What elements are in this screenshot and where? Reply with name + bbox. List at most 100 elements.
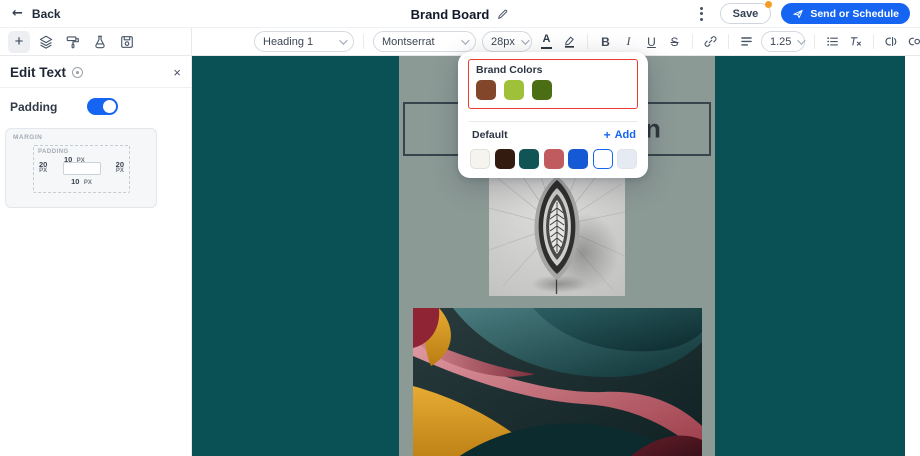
chevron-down-icon (461, 35, 470, 45)
clear-formatting-button[interactable] (847, 31, 864, 52)
help-circle-icon[interactable] (72, 67, 84, 78)
link-icon (704, 36, 717, 47)
padding-setting-row: Padding (0, 88, 191, 115)
layers-icon (39, 35, 53, 49)
strikethrough-button[interactable]: S (666, 31, 683, 52)
chevron-down-icon (339, 35, 348, 45)
panel-header: Edit Text × (0, 56, 191, 88)
font-family-dropdown[interactable]: Montserrat (373, 31, 476, 52)
personalization-button[interactable] (883, 31, 900, 52)
highlight-color-button[interactable] (561, 31, 578, 52)
toggle-knob (103, 100, 117, 113)
divider (728, 34, 729, 49)
add-label: Add (614, 129, 636, 141)
plus-icon: + (603, 128, 611, 142)
default-label: Default (472, 129, 508, 141)
default-color-swatch[interactable] (617, 149, 637, 169)
send-label: Send or Schedule (810, 7, 899, 20)
save-label: Save (732, 7, 759, 20)
test-button[interactable] (89, 31, 111, 53)
highlighter-icon (565, 36, 574, 48)
popup-divider (468, 121, 638, 122)
send-or-schedule-button[interactable]: Send or Schedule (781, 3, 910, 24)
plus-icon: + (14, 33, 24, 50)
leaf-artwork-image (489, 164, 625, 296)
default-color-swatch[interactable] (543, 149, 564, 169)
brand-colors-section: Brand Colors (468, 59, 638, 109)
text-color-swatch-bar (541, 46, 552, 49)
back-label: Back (31, 6, 61, 21)
personalization-icon (885, 36, 897, 47)
chevron-down-icon (797, 35, 807, 45)
padding-bottom-value: 10 PX (71, 177, 92, 186)
link-button[interactable] (702, 31, 719, 52)
paint-roller-icon (66, 35, 79, 48)
default-color-swatch[interactable] (494, 149, 515, 169)
font-size-value: 28px (491, 35, 515, 48)
more-options-icon[interactable] (694, 5, 710, 23)
text-style-value: Heading 1 (263, 35, 314, 48)
text-color-button[interactable]: A (538, 34, 555, 49)
right-gutter (905, 56, 920, 456)
design-style-button[interactable] (62, 31, 84, 53)
text-color-letter: A (542, 33, 551, 45)
margin-diagram-label: MARGIN (13, 134, 43, 141)
toolbar-left-group: + (0, 28, 192, 55)
bullet-list-button[interactable] (824, 31, 841, 52)
underline-button[interactable]: U (643, 31, 660, 52)
send-plane-icon (793, 9, 803, 18)
back-arrow-icon: ← (12, 6, 23, 21)
line-height-value: 1.25 (770, 35, 792, 48)
floppy-disk-icon (121, 35, 133, 48)
save-template-button[interactable] (116, 31, 138, 53)
font-size-dropdown[interactable]: 28px (482, 31, 532, 52)
panel-title: Edit Text (10, 65, 67, 80)
add-block-button[interactable]: + (8, 30, 30, 53)
line-spacing-icon (741, 37, 752, 46)
back-button[interactable]: ← Back (0, 6, 73, 21)
line-spacing-button[interactable] (738, 31, 755, 52)
line-height-dropdown[interactable]: 1.25 (761, 31, 807, 52)
text-style-dropdown[interactable]: Heading 1 (254, 31, 354, 52)
padding-diagram: PADDING 10 PX 20 PX 20 PX (33, 145, 130, 193)
italic-button[interactable]: I (620, 31, 637, 52)
padding-label: Padding (10, 99, 58, 114)
abstract-waves-image (412, 308, 702, 456)
default-color-swatch[interactable] (470, 149, 490, 169)
save-button[interactable]: Save (719, 1, 773, 24)
clear-formatting-icon (850, 37, 861, 46)
padding-toggle[interactable] (87, 98, 119, 115)
layers-button[interactable] (35, 31, 57, 53)
editor-toolbar: + Heading 1 Montserrat 28px A B I U S 1.… (0, 28, 920, 56)
divider (363, 34, 364, 49)
bold-button[interactable]: B (597, 31, 614, 52)
brand-color-swatch[interactable] (504, 80, 524, 100)
app-window: ← Back Brand Board Save Send or Schedule… (0, 0, 920, 456)
chevron-down-icon (521, 35, 530, 45)
close-panel-icon[interactable]: × (173, 66, 181, 79)
top-bar: ← Back Brand Board Save Send or Schedule (0, 0, 920, 28)
anchor-link-icon (908, 37, 920, 46)
default-swatch-row (470, 149, 648, 169)
font-family-value: Montserrat (382, 35, 435, 48)
brand-color-swatch[interactable] (476, 80, 496, 100)
leaf-image-block[interactable] (399, 164, 715, 296)
brand-colors-title: Brand Colors (476, 64, 543, 76)
text-format-toolbar: Heading 1 Montserrat 28px A B I U S 1.25 (254, 31, 920, 53)
default-color-swatch[interactable] (568, 149, 588, 169)
edit-title-pencil-icon[interactable] (496, 8, 509, 21)
default-colors-header: Default + Add (472, 129, 636, 141)
custom-link-button[interactable] (906, 31, 920, 52)
brand-color-swatch[interactable] (532, 80, 552, 100)
margin-diagram: MARGIN PADDING 10 PX 20 PX 20 (5, 128, 157, 208)
add-color-button[interactable]: + Add (604, 129, 636, 141)
default-color-swatch[interactable] (519, 149, 539, 169)
notification-dot (765, 1, 773, 8)
page-title: Brand Board (410, 6, 490, 22)
topbar-actions: Save Send or Schedule (694, 1, 920, 24)
divider (873, 34, 874, 49)
abstract-image-block[interactable] (399, 308, 715, 456)
brand-swatch-row (476, 80, 630, 100)
divider (814, 34, 815, 49)
default-color-swatch-selected[interactable] (592, 149, 613, 169)
